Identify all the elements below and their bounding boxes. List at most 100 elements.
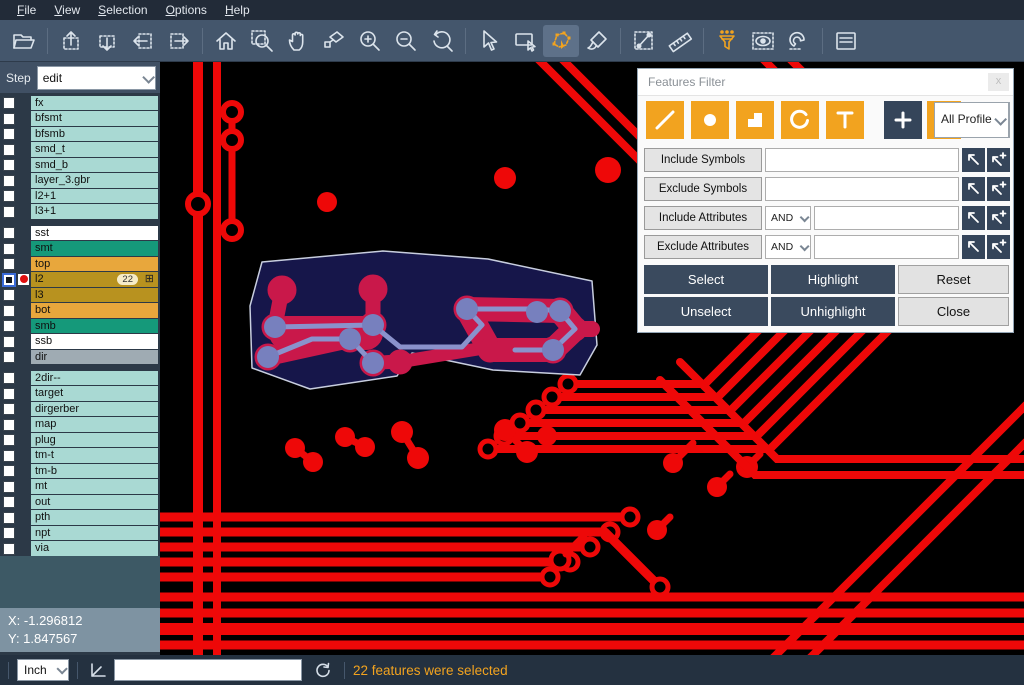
highlight-button[interactable]: Highlight [771,265,895,294]
layer-row-l3p1[interactable]: l3+1 [0,204,160,220]
layer-visibility-checkbox-checked[interactable] [2,273,16,287]
select-pointer-button[interactable] [471,25,507,57]
exclude-symbols-button[interactable]: Exclude Symbols [644,177,762,201]
layer-visibility-checkbox[interactable] [3,481,15,493]
layer-visibility-checkbox[interactable] [3,289,15,301]
exclude-attributes-button[interactable]: Exclude Attributes [644,235,762,259]
select-button[interactable]: Select [644,265,768,294]
grid-icon[interactable]: ⊞ [145,272,154,287]
arc-feature-button[interactable] [781,101,819,139]
zoom-area-button[interactable] [244,25,280,57]
zoom-in-button[interactable] [352,25,388,57]
layer-visibility-checkbox[interactable] [3,128,15,140]
dialog-titlebar[interactable]: Features Filter x [638,69,1013,96]
panels-button[interactable] [828,25,864,57]
layer-row-top[interactable]: top [0,256,160,272]
layer-visibility-checkbox[interactable] [3,113,15,125]
unit-select[interactable]: Inch [17,659,69,681]
include-attributes-operator-select[interactable]: AND [765,206,811,230]
layer-row-l3[interactable]: l3 [0,287,160,303]
zoom-shape-button[interactable] [316,25,352,57]
layer-visibility-checkbox[interactable] [3,144,15,156]
snap-button[interactable] [781,25,817,57]
layer-visibility-checkbox[interactable] [3,175,15,187]
box-arrow-right-button[interactable] [161,25,197,57]
layer-visibility-checkbox[interactable] [3,190,15,202]
layer-row-bot[interactable]: bot [0,303,160,319]
layer-visibility-checkbox[interactable] [3,320,15,332]
layer-row-smb[interactable]: smb [0,318,160,334]
polygon-select-button[interactable] [543,25,579,57]
layer-visibility-checkbox[interactable] [3,372,15,384]
layer-row-smt[interactable]: smt [0,241,160,257]
layer-row-tm-b[interactable]: tm-b [0,463,160,479]
box-arrow-down-button[interactable] [89,25,125,57]
highlight-brush-button[interactable] [579,25,615,57]
exclude-symbols-input[interactable] [765,177,959,201]
layer-visibility-checkbox[interactable] [3,351,15,363]
zoom-previous-button[interactable] [424,25,460,57]
exclude-attributes-input[interactable] [814,235,959,259]
layer-visibility-checkbox[interactable] [3,403,15,415]
layer-visibility-checkbox[interactable] [3,434,15,446]
step-select[interactable]: edit [37,66,156,90]
unselect-button[interactable]: Unselect [644,297,768,326]
layer-visibility-checkbox[interactable] [3,258,15,270]
layer-visibility-checkbox[interactable] [3,527,15,539]
pick-attribute-button[interactable] [962,206,985,230]
angle-corner-icon[interactable] [86,658,112,682]
zoom-out-button[interactable] [388,25,424,57]
box-arrow-up-button[interactable] [53,25,89,57]
layer-row-smd_b[interactable]: smd_b [0,157,160,173]
layer-visibility-checkbox[interactable] [3,450,15,462]
layer-row-out[interactable]: out [0,494,160,510]
text-feature-button[interactable] [826,101,864,139]
close-button[interactable]: Close [898,297,1009,326]
layer-row-tm-t[interactable]: tm-t [0,448,160,464]
pick-symbol-button[interactable] [962,177,985,201]
menu-selection[interactable]: Selection [89,3,156,17]
layer-visibility-checkbox[interactable] [3,419,15,431]
layer-row-dir[interactable]: dir [0,349,160,365]
command-input[interactable] [114,659,302,681]
layer-row-fx[interactable]: fx [0,95,160,111]
layer-row-2dir[interactable]: 2dir-- [0,370,160,386]
refresh-icon[interactable] [310,658,336,682]
close-icon[interactable]: x [988,73,1009,91]
box-arrow-left-button[interactable] [125,25,161,57]
layer-visibility-checkbox[interactable] [3,227,15,239]
pick-symbol-button[interactable] [962,148,985,172]
layer-visibility-checkbox[interactable] [3,305,15,317]
layer-row-plug[interactable]: plug [0,432,160,448]
line-feature-button[interactable] [646,101,684,139]
layer-visibility-checkbox[interactable] [3,206,15,218]
reset-button[interactable]: Reset [898,265,1009,294]
layer-visibility-checkbox[interactable] [3,388,15,400]
layer-row-smd_t[interactable]: smd_t [0,142,160,158]
rectangle-select-button[interactable] [507,25,543,57]
layer-row-l2p1[interactable]: l2+1 [0,188,160,204]
layer-row-target[interactable]: target [0,386,160,402]
menu-options[interactable]: Options [157,3,216,17]
home-view-button[interactable] [208,25,244,57]
layer-row-l2-selected[interactable]: l2 22 ⊞ [0,272,160,288]
include-attributes-button[interactable]: Include Attributes [644,206,762,230]
pick-add-attribute-button[interactable] [987,206,1010,230]
layer-visibility-checkbox[interactable] [3,159,15,171]
layer-row-bfsmb[interactable]: bfsmb [0,126,160,142]
layer-visibility-checkbox[interactable] [3,496,15,508]
layer-visibility-checkbox[interactable] [3,512,15,524]
layer-row-mt[interactable]: mt [0,479,160,495]
add-filter-button[interactable] [884,101,922,139]
include-symbols-input[interactable] [765,148,959,172]
layer-row-pth[interactable]: pth [0,510,160,526]
view-visibility-button[interactable] [745,25,781,57]
layer-visibility-checkbox[interactable] [3,336,15,348]
surface-feature-button[interactable] [736,101,774,139]
layer-row-bfsmt[interactable]: bfsmt [0,111,160,127]
ruler-button[interactable] [662,25,698,57]
layer-row-map[interactable]: map [0,417,160,433]
pick-add-symbol-button[interactable] [987,177,1010,201]
measure-line-button[interactable] [626,25,662,57]
include-attributes-input[interactable] [814,206,959,230]
